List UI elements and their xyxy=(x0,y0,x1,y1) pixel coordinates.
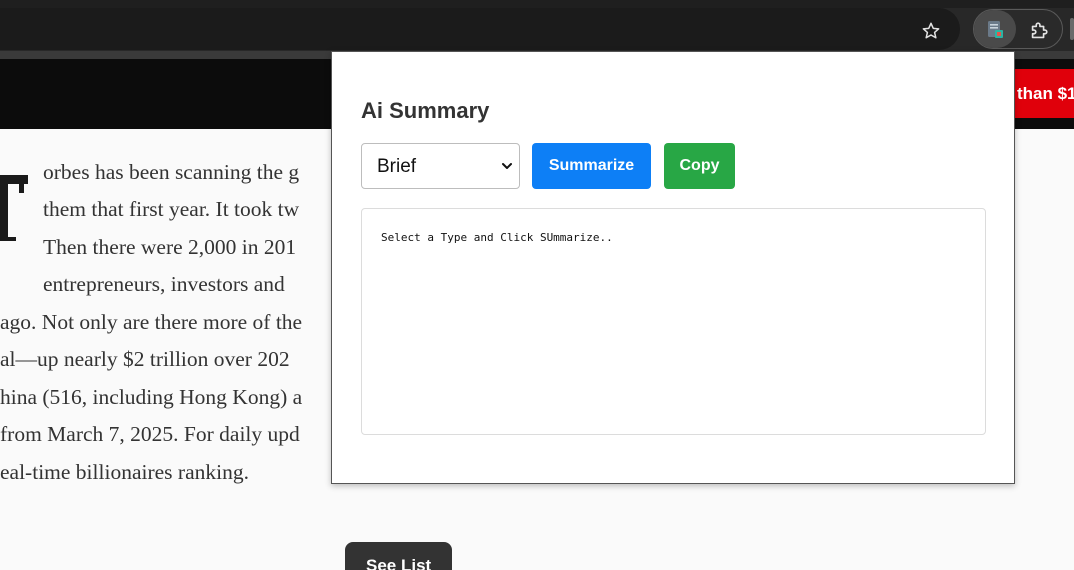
star-icon xyxy=(922,22,940,39)
popup-title: Ai Summary xyxy=(361,98,490,123)
chevron-down-icon xyxy=(502,163,512,169)
address-bar[interactable] xyxy=(0,8,960,50)
extension-popup: Ai Summary Brief Summarize Copy Select a… xyxy=(331,51,1015,484)
summary-result-area[interactable]: Select a Type and Click SUmmarize.. xyxy=(361,208,986,435)
header-cta-button[interactable]: than $1 xyxy=(1015,69,1074,118)
article-line: eal-time billionaires ranking. xyxy=(0,460,249,484)
summary-extension-icon xyxy=(988,21,1003,38)
article-line: entrepreneurs, investors and xyxy=(43,272,285,296)
toolbar-divider xyxy=(1070,18,1074,40)
drop-cap-letter xyxy=(0,157,30,243)
bookmark-button[interactable] xyxy=(916,16,946,46)
article-line: Then there were 2,000 in 201 xyxy=(43,235,297,259)
browser-tab-strip xyxy=(0,0,1074,8)
article-line: hina (516, including Hong Kong) a xyxy=(0,385,303,409)
copy-button[interactable]: Copy xyxy=(664,143,735,189)
article-line: from March 7, 2025. For daily upd xyxy=(0,422,300,446)
article-line: them that first year. It took tw xyxy=(43,197,300,221)
article-line: orbes has been scanning the g xyxy=(43,160,300,184)
summary-type-value: Brief xyxy=(377,156,417,177)
summary-type-select[interactable]: Brief xyxy=(361,143,520,189)
article-line: ago. Not only are there more of the xyxy=(0,310,303,334)
summary-extension-button[interactable] xyxy=(974,10,1016,48)
see-list-button[interactable]: See List xyxy=(345,542,452,570)
puzzle-icon xyxy=(1031,22,1048,39)
article-line: al—up nearly $2 trillion over 202 xyxy=(0,347,290,371)
extensions-menu-button[interactable] xyxy=(1024,16,1054,46)
summary-result-text: Select a Type and Click SUmmarize.. xyxy=(381,231,613,244)
summarize-button[interactable]: Summarize xyxy=(532,143,651,189)
browser-toolbar xyxy=(0,8,1074,51)
